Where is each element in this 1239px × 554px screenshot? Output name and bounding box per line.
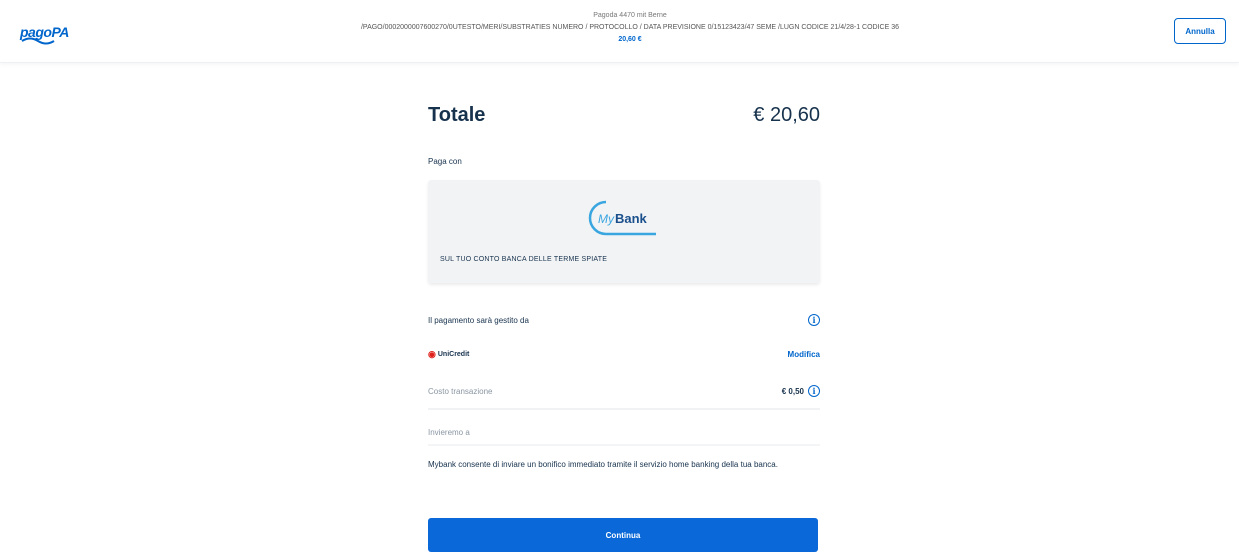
modify-psp-link[interactable]: Modifica: [788, 350, 820, 359]
fee-amount: € 0,50: [781, 386, 804, 396]
send-to-label: Invieremo a: [428, 427, 470, 437]
send-receipt-row[interactable]: Invieremo a: [428, 420, 820, 446]
payment-notice-summary: Pagoda 4470 mit Berne /PAGO/000200000760…: [220, 10, 1040, 46]
mybank-prefix: My: [598, 212, 615, 226]
notice-amount: 20,60 €: [618, 36, 642, 43]
unicredit-mark-icon: ◉: [428, 348, 436, 359]
mybank-suffix: Bank: [615, 211, 648, 226]
pay-with-label: Paga con: [428, 156, 462, 166]
mybank-logo-icon: My Bank: [588, 200, 656, 236]
notice-title: Pagoda 4470 mit Berne: [593, 12, 667, 19]
fee-info-icon[interactable]: i: [808, 385, 820, 397]
cancel-button[interactable]: Annulla: [1174, 18, 1226, 44]
top-header: pagoPA Pagoda 4470 mit Berne /PAGO/00020…: [0, 0, 1239, 63]
pagopa-wave-icon: [21, 37, 55, 45]
continue-button[interactable]: Continua: [428, 518, 818, 552]
managed-by-row: Il pagamento sarà gestito da i: [428, 308, 820, 332]
fee-value: € 0,50 i: [782, 385, 820, 397]
info-icon[interactable]: i: [808, 314, 820, 326]
managed-by-label: Il pagamento sarà gestito da: [428, 315, 529, 325]
total-row: Totale € 20,60: [428, 96, 820, 134]
unicredit-logo-icon: ◉ UniCredit: [428, 349, 469, 360]
fee-label: Costo transazione: [428, 386, 493, 396]
total-amount: € 20,60: [753, 103, 820, 126]
mybank-info-text: Mybank consente di inviare un bonifico i…: [428, 460, 778, 469]
psp-name: UniCredit: [437, 350, 470, 358]
transaction-fee-row: Costo transazione € 0,50 i: [428, 374, 820, 410]
notice-subject: /PAGO/0002000007600270/0UTESTO/MERI/SUBS…: [360, 24, 900, 31]
payment-method-description: SUL TUO CONTO BANCA DELLE TERME SPIATE: [440, 256, 608, 263]
psp-row: ◉ UniCredit Modifica: [428, 342, 820, 366]
payment-method-card[interactable]: My Bank SUL TUO CONTO BANCA DELLE TERME …: [428, 180, 820, 283]
total-label: Totale: [428, 103, 486, 126]
